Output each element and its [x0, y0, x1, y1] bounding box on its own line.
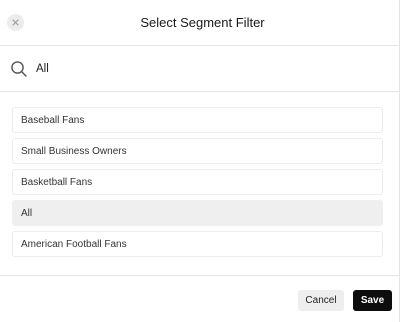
dialog-title: Select Segment Filter: [140, 15, 265, 30]
segment-option[interactable]: Baseball Fans: [12, 107, 383, 133]
segment-option[interactable]: Small Business Owners: [12, 138, 383, 164]
segment-filter-dialog: Select Segment Filter Baseball Fans Small…: [0, 0, 400, 322]
segment-list: Baseball Fans Small Business Owners Basket…: [12, 107, 383, 262]
search-icon: [11, 61, 27, 77]
search-input[interactable]: [36, 59, 376, 79]
segment-option[interactable]: All: [12, 200, 383, 226]
close-button[interactable]: [7, 14, 24, 31]
dialog-footer: Cancel Save: [0, 275, 400, 322]
close-icon: [12, 19, 19, 26]
save-button[interactable]: Save: [353, 290, 392, 311]
segment-option[interactable]: American Football Fans: [12, 231, 383, 257]
segment-option[interactable]: Basketball Fans: [12, 169, 383, 195]
cancel-button[interactable]: Cancel: [298, 290, 344, 311]
dialog-header: Select Segment Filter: [0, 0, 400, 46]
search-bar: [0, 46, 400, 92]
